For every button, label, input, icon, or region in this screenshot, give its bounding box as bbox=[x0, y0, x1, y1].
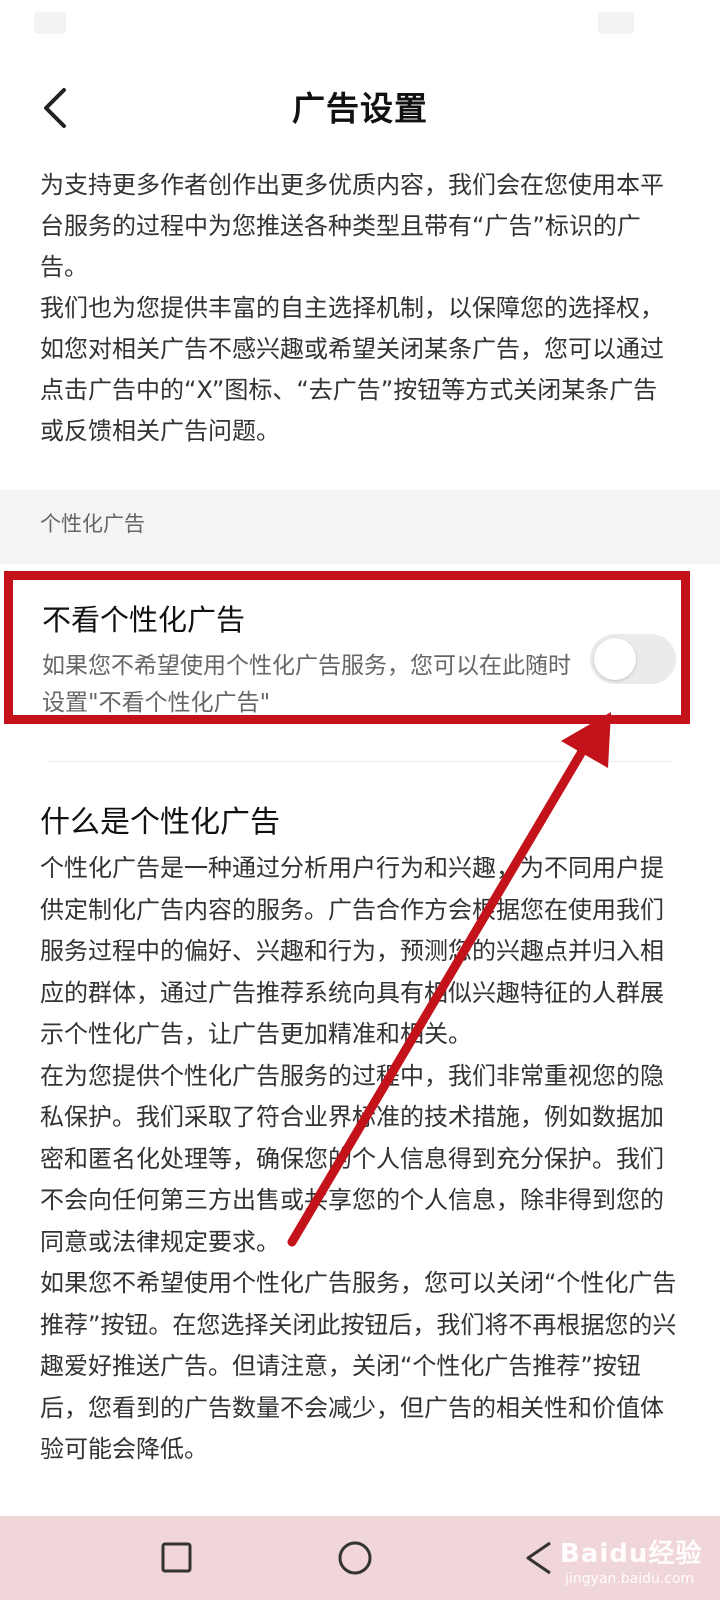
recents-button[interactable] bbox=[152, 1534, 200, 1582]
intro-paragraph: 为支持更多作者创作出更多优质内容，我们会在您使用本平台服务的过程中为您推送各种类… bbox=[40, 171, 664, 281]
status-icon bbox=[598, 12, 634, 34]
divider bbox=[48, 761, 672, 762]
section-title: 什么是个性化广告 bbox=[40, 805, 280, 840]
setting-row-no-personalized-ads[interactable]: 不看个性化广告 如果您不希望使用个性化广告服务，您可以在此随时设置"不看个性化广… bbox=[0, 564, 720, 764]
personalized-ads-toggle[interactable] bbox=[590, 634, 676, 684]
status-bar bbox=[0, 0, 720, 48]
body-paragraph: 在为您提供个性化广告服务的过程中，我们非常重视您的隐私保护。我们采取了符合业界标… bbox=[40, 1061, 664, 1256]
body-paragraph: 如果您不希望使用个性化广告服务，您可以关闭“个性化广告推荐”按钮。在您选择关闭此… bbox=[40, 1269, 677, 1463]
status-icon bbox=[34, 12, 66, 34]
setting-title: 不看个性化广告 bbox=[42, 603, 246, 637]
navigation-bar: Baidu经验 jingyan.baidu.com bbox=[0, 1516, 720, 1600]
body-paragraph: 个性化广告是一种通过分析用户行为和兴趣，为不同用户提供定制化广告内容的服务。广告… bbox=[40, 854, 664, 1048]
page-title: 广告设置 bbox=[292, 89, 428, 128]
section-body: 个性化广告是一种通过分析用户行为和兴趣，为不同用户提供定制化广告内容的服务。广告… bbox=[40, 848, 680, 1471]
toggle-knob bbox=[594, 638, 636, 680]
home-button[interactable] bbox=[331, 1534, 379, 1582]
intro-text: 为支持更多作者创作出更多优质内容，我们会在您使用本平台服务的过程中为您推送各种类… bbox=[40, 165, 680, 452]
intro-paragraph: 我们也为您提供丰富的自主选择机制，以保障您的选择权，如您对相关广告不感兴趣或希望… bbox=[40, 294, 664, 445]
triangle-back-icon bbox=[516, 1534, 564, 1582]
watermark-url: jingyan.baidu.com bbox=[565, 1571, 695, 1587]
section-label: 个性化广告 bbox=[40, 512, 145, 536]
watermark-logo: Baidu经验 bbox=[560, 1539, 703, 1569]
back-nav-button[interactable] bbox=[516, 1534, 564, 1582]
section-header: 个性化广告 bbox=[0, 490, 720, 564]
setting-description: 如果您不希望使用个性化广告服务，您可以在此随时设置"不看个性化广告" bbox=[42, 653, 571, 716]
header: 广告设置 bbox=[0, 62, 720, 154]
circle-icon bbox=[331, 1534, 379, 1582]
square-icon bbox=[152, 1534, 200, 1582]
